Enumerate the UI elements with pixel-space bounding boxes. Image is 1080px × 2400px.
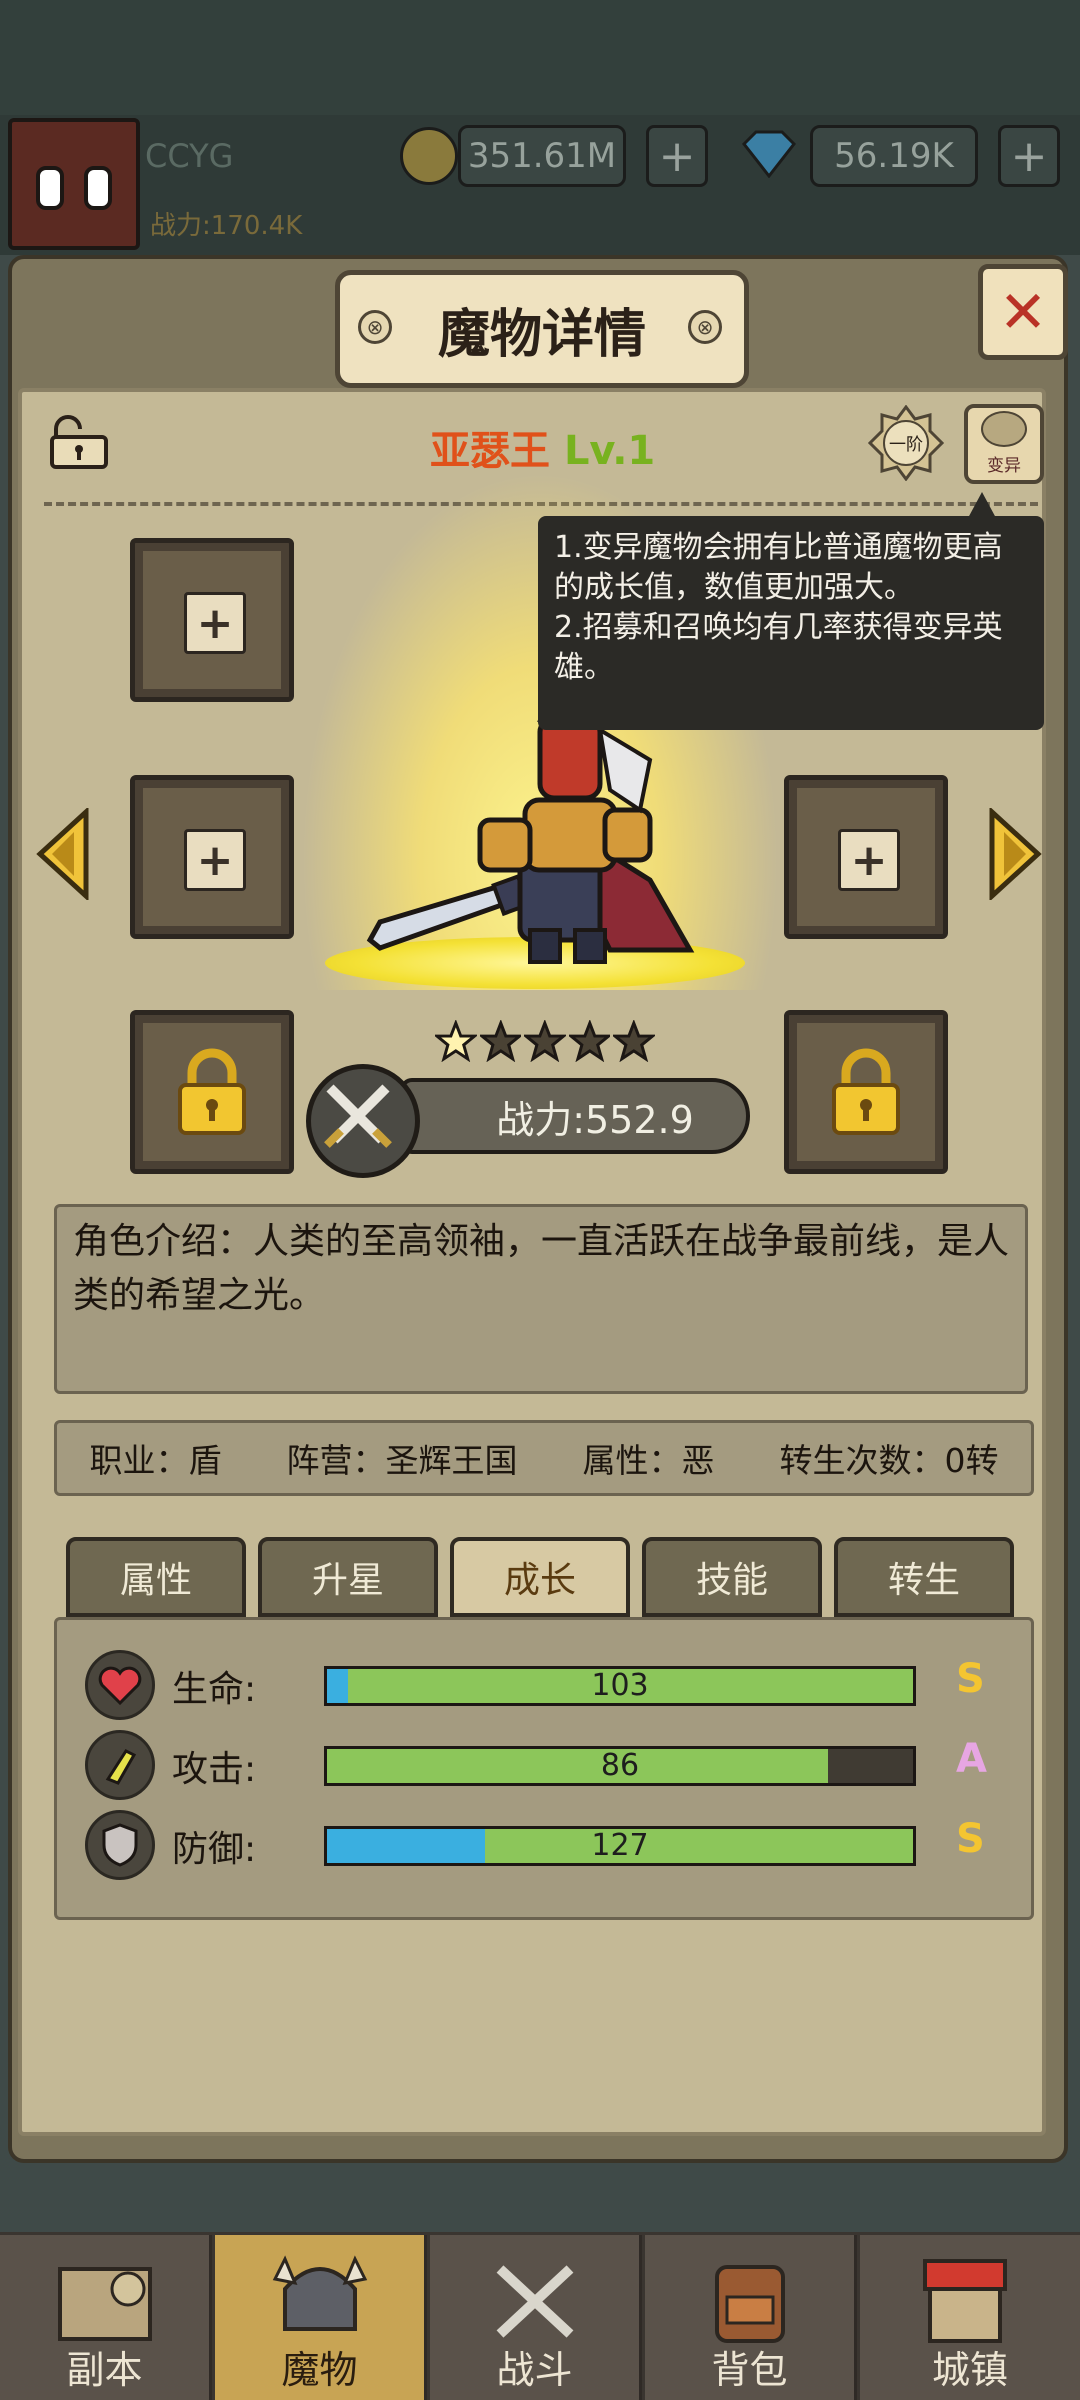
gold-amount: 351.61M	[458, 125, 626, 187]
defense-value: 127	[591, 1828, 649, 1863]
equip-slot-mid-right[interactable]: +	[784, 775, 948, 939]
equip-slot-mid-left[interactable]: +	[130, 775, 294, 939]
star-empty-icon	[613, 1020, 655, 1062]
star-empty-icon	[568, 1020, 611, 1062]
star-rating	[435, 1020, 655, 1064]
tooltip-line-1: 1.变异魔物会拥有比普通魔物更高的成长值，数值更加强大。	[554, 530, 1003, 605]
star-empty-icon	[524, 1020, 566, 1062]
combat-power: 战力:552.9	[400, 1078, 750, 1154]
tab-star-up[interactable]: 升星	[258, 1537, 438, 1617]
attribute-info: 属性：恶	[582, 1441, 715, 1480]
mutant-tooltip: 1.变异魔物会拥有比普通魔物更高的成长值，数值更加强大。 2.招募和召唤均有几率…	[538, 516, 1044, 730]
add-equipment-icon: +	[184, 829, 246, 891]
star-filled-icon	[435, 1020, 477, 1062]
add-gold-button[interactable]: +	[646, 125, 708, 187]
top-background	[0, 0, 1080, 115]
rebirth-info: 转生次数：0转	[779, 1441, 999, 1480]
padlock-icon	[832, 1048, 900, 1135]
hp-growth-bar: 103	[324, 1666, 916, 1706]
character-description: 角色介绍：人类的至高领袖，一直活跃在战争最前线，是人类的希望之光。	[54, 1204, 1028, 1394]
dialog-title: 魔物详情	[335, 270, 749, 388]
defense-label: 防御:	[172, 1829, 257, 1870]
defense-grade: S	[956, 1816, 985, 1862]
dialog-title-text: 魔物详情	[437, 304, 646, 365]
equip-slot-locked-right[interactable]	[784, 1010, 948, 1174]
player-power: 战力:170.4K	[150, 211, 303, 241]
crossed-swords-icon	[306, 1064, 420, 1178]
hp-grade: S	[956, 1656, 985, 1702]
tooltip-line-2: 2.招募和召唤均有几率获得变异英雄。	[554, 610, 1003, 685]
tab-attributes[interactable]: 属性	[66, 1537, 246, 1617]
star-empty-icon	[479, 1020, 522, 1062]
mutant-skull-icon	[981, 411, 1027, 447]
tooltip-arrow	[968, 492, 996, 518]
heart-icon	[85, 1650, 155, 1720]
monster-level: Lv.1	[563, 428, 656, 474]
nav-dungeon[interactable]: 副本	[0, 2235, 212, 2400]
add-equipment-icon: +	[838, 829, 900, 891]
coin-icon	[400, 127, 458, 185]
map-scroll-icon	[58, 2267, 152, 2341]
attack-icon	[85, 1730, 155, 1800]
unlock-icon[interactable]	[48, 415, 110, 471]
rank-badge-text: 一阶	[889, 435, 923, 455]
monster-name-level: 亚瑟王 Lv.1	[430, 418, 655, 476]
padlock-icon	[178, 1048, 246, 1135]
nav-battle[interactable]: 战斗	[430, 2235, 642, 2400]
avatar-eye	[84, 166, 112, 210]
tab-skills[interactable]: 技能	[642, 1537, 822, 1617]
diamond-icon	[742, 130, 796, 178]
attack-label: 攻击:	[172, 1749, 257, 1790]
screw-icon: ⊗	[688, 310, 722, 344]
helmet-icon	[272, 2255, 368, 2331]
player-name: CCYG	[145, 137, 234, 175]
screw-icon: ⊗	[358, 310, 392, 344]
hero-arthur-illustration	[366, 690, 695, 964]
attack-growth-bar: 86	[324, 1746, 916, 1786]
avatar-eye	[36, 166, 64, 210]
hp-value: 103	[591, 1668, 649, 1703]
next-arrow-icon[interactable]	[988, 808, 1042, 900]
equip-slot-top-left[interactable]: +	[130, 538, 294, 702]
character-info-row: 职业：盾 阵营：圣辉王国 属性：恶 转生次数：0转	[54, 1420, 1034, 1496]
add-equipment-icon: +	[184, 592, 246, 654]
hp-label: 生命:	[172, 1669, 257, 1710]
nav-monsters[interactable]: 魔物	[215, 2235, 427, 2400]
mutant-button[interactable]: 变异	[964, 404, 1044, 484]
shop-icon	[923, 2259, 1007, 2343]
nav-town[interactable]: 城镇	[860, 2235, 1080, 2400]
nav-backpack[interactable]: 背包	[645, 2235, 857, 2400]
mutant-button-label: 变异	[987, 456, 1021, 476]
gem-amount: 56.19K	[810, 125, 978, 187]
monster-name: 亚瑟王	[430, 428, 550, 474]
add-gem-button[interactable]: +	[998, 125, 1060, 187]
shield-icon	[85, 1810, 155, 1880]
defense-growth-bar: 127	[324, 1826, 916, 1866]
backpack-icon	[715, 2265, 785, 2343]
player-avatar[interactable]	[8, 118, 140, 250]
tab-rebirth[interactable]: 转生	[834, 1537, 1014, 1617]
equip-slot-locked-left[interactable]	[130, 1010, 294, 1174]
attack-value: 86	[600, 1748, 640, 1783]
tab-growth[interactable]: 成长	[450, 1537, 630, 1617]
attack-grade: A	[956, 1736, 987, 1782]
faction-info: 阵营：圣辉王国	[286, 1441, 518, 1480]
crossed-swords-icon	[496, 2265, 574, 2338]
job-info: 职业：盾	[89, 1441, 222, 1480]
close-button[interactable]: ✕	[978, 264, 1068, 360]
previous-arrow-icon[interactable]	[36, 808, 90, 900]
